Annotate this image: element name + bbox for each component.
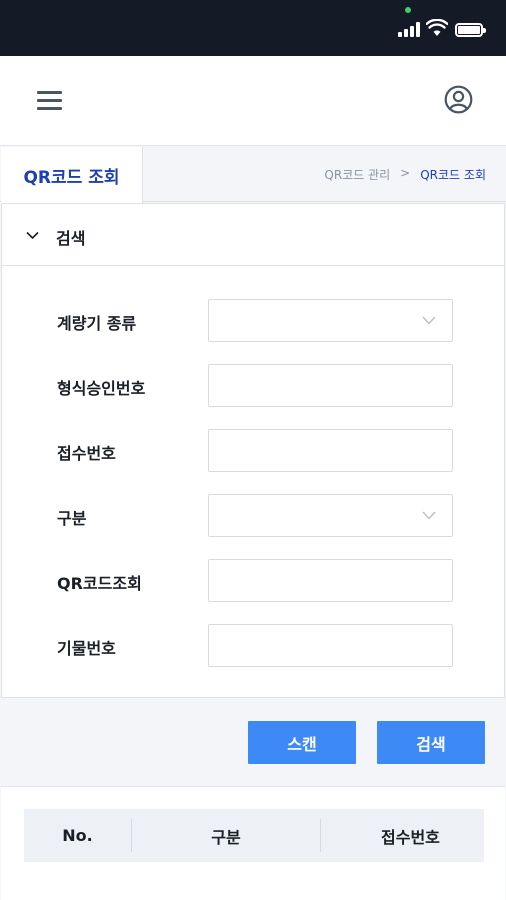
battery-icon [455, 23, 486, 37]
type-approval-number-label: 형식승인번호 [57, 379, 146, 398]
tab-qr-code-lookup[interactable]: QR코드 조회 [1, 147, 143, 203]
scan-button[interactable]: 스캔 [248, 721, 356, 764]
search-collapse-toggle[interactable]: 검색 [2, 204, 504, 266]
signal-icon [398, 22, 420, 37]
column-header-category[interactable]: 구분 [132, 809, 320, 862]
receipt-number-row: 접수번호 [2, 429, 504, 473]
instrument-number-label: 기물번호 [57, 639, 116, 658]
instrument-number-input[interactable] [208, 624, 453, 667]
column-header-receipt-number[interactable]: 접수번호 [321, 809, 484, 862]
camera-indicator-dot [405, 7, 411, 13]
page-tab-bar: QR코드 조회 QR코드 관리 > QR코드 조회 [0, 147, 506, 203]
type-approval-number-input[interactable] [208, 364, 453, 407]
qr-code-lookup-input[interactable] [208, 559, 453, 602]
search-section-title: 검색 [56, 229, 86, 248]
meter-type-label: 계량기 종류 [57, 314, 137, 333]
user-profile-icon[interactable] [444, 85, 473, 114]
breadcrumb-current: QR코드 조회 [420, 168, 486, 182]
search-panel: 검색 계량기 종류 형식승인번호 접수번호 구분 QR코드조회 기물번호 [1, 203, 505, 698]
app-bar [0, 56, 506, 146]
type-approval-number-row: 형식승인번호 [2, 364, 504, 408]
breadcrumb-separator: > [400, 166, 411, 180]
column-header-no[interactable]: No. [24, 809, 131, 862]
breadcrumb-parent[interactable]: QR코드 관리 [324, 166, 390, 183]
receipt-number-input[interactable] [208, 429, 453, 472]
meter-type-select[interactable] [208, 299, 453, 342]
category-select[interactable] [208, 494, 453, 537]
status-bar [0, 0, 506, 56]
receipt-number-label: 접수번호 [57, 444, 116, 463]
table-header: No. 구분 접수번호 [24, 809, 484, 862]
category-row: 구분 [2, 494, 504, 538]
category-label: 구분 [57, 509, 87, 528]
chevron-down-icon [26, 231, 39, 240]
instrument-number-row: 기물번호 [2, 624, 504, 668]
hamburger-menu-icon[interactable] [37, 91, 62, 111]
qr-code-lookup-row: QR코드조회 [2, 559, 504, 603]
breadcrumb: QR코드 관리 > QR코드 조회 [324, 166, 486, 183]
wifi-icon [426, 19, 448, 36]
search-button[interactable]: 검색 [377, 721, 485, 764]
qr-code-lookup-label: QR코드조회 [57, 574, 142, 593]
results-table: No. 구분 접수번호 [1, 786, 505, 900]
meter-type-row: 계량기 종류 [2, 299, 504, 343]
